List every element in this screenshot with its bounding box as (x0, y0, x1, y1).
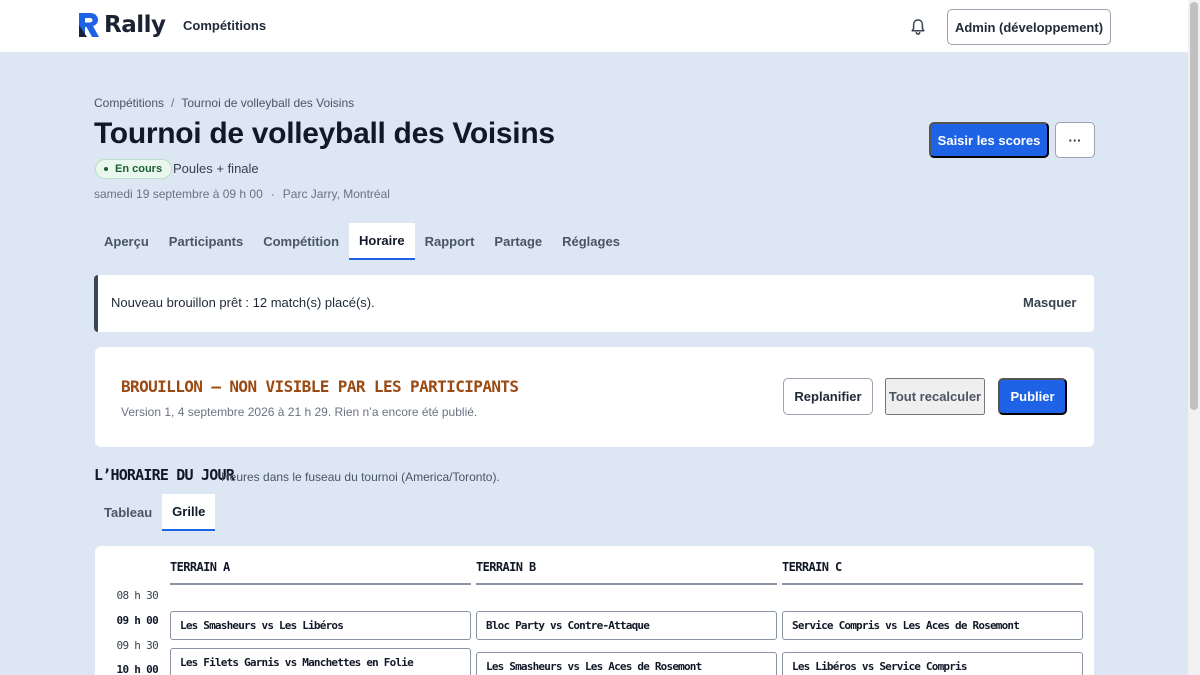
breadcrumb-competitions[interactable]: Compétitions (94, 96, 164, 110)
scrollbar-thumb[interactable] (1190, 2, 1198, 410)
page-title: Tournoi de volleyball des Voisins (94, 117, 555, 150)
match-card[interactable]: Les Smasheurs vs Les Libéros (170, 611, 471, 640)
time-slot-label: 09 h 00 (116, 614, 159, 627)
section-tabs: Aperçu Participants Compétition Horaire … (94, 223, 630, 260)
tab-horaire[interactable]: Horaire (349, 223, 415, 260)
breadcrumb-separator: / (171, 96, 175, 110)
user-menu-button[interactable]: Admin (développement) (947, 9, 1111, 45)
time-slot-label: 10 h 00 (116, 663, 159, 675)
logo-text: Rally (104, 12, 166, 38)
draft-version: Version 1, 4 septembre 2026 à 21 h 29. R… (121, 405, 478, 419)
tab-participants[interactable]: Participants (159, 223, 253, 260)
view-tabs: Tableau Grille (94, 494, 216, 531)
recalculate-all-button[interactable]: Tout recalculer (885, 378, 985, 415)
competition-format: Poules + finale (173, 161, 259, 176)
status-dot-icon (104, 167, 108, 171)
draft-title: BROUILLON — NON VISIBLE PAR LES PARTICIP… (121, 377, 519, 396)
event-location: Parc Jarry, Montréal (282, 187, 390, 201)
tab-competition[interactable]: Compétition (253, 223, 349, 260)
dismiss-button[interactable]: Masquer (1023, 295, 1076, 310)
match-card[interactable]: Les Filets Garnis vs Manchettes en Folie (170, 648, 471, 675)
tab-partage[interactable]: Partage (484, 223, 552, 260)
meta-separator: · (270, 187, 275, 201)
more-options-button[interactable]: ··· (1055, 122, 1095, 158)
app-logo[interactable]: Rally (78, 12, 166, 38)
top-bar: Rally Compétitions Admin (développement) (0, 0, 1188, 53)
event-meta: samedi 19 septembre à 09 h 00 · Parc Jar… (94, 187, 390, 201)
schedule-timezone-note: Heures dans le fuseau du tournoi (Americ… (221, 470, 500, 484)
breadcrumb-current: Tournoi de volleyball des Voisins (181, 96, 355, 110)
nav-competitions[interactable]: Compétitions (183, 18, 266, 33)
court-header-a: TERRAIN A (170, 560, 471, 585)
draft-card: BROUILLON — NON VISIBLE PAR LES PARTICIP… (95, 347, 1094, 447)
rally-logo-icon (79, 13, 99, 37)
tab-tableau[interactable]: Tableau (94, 494, 162, 531)
court-header-b: TERRAIN B (476, 560, 777, 585)
breadcrumb: Compétitions / Tournoi de volleyball des… (94, 96, 354, 110)
status-badge: En cours (95, 159, 173, 179)
tab-grille[interactable]: Grille (162, 494, 216, 531)
match-card[interactable]: Service Compris vs Les Aces de Rosemont (782, 611, 1083, 640)
replan-button[interactable]: Replanifier (783, 378, 873, 415)
bell-icon[interactable] (910, 18, 926, 36)
status-label: En cours (115, 163, 163, 175)
enter-scores-button[interactable]: Saisir les scores (929, 122, 1049, 158)
time-slot-label: 08 h 30 (116, 589, 159, 602)
time-slot-label: 09 h 30 (116, 639, 159, 652)
tab-reglages[interactable]: Réglages (552, 223, 630, 260)
court-header-c: TERRAIN C (782, 560, 1083, 585)
match-card[interactable]: Les Smasheurs vs Les Aces de Rosemont (476, 652, 777, 675)
schedule-grid: TERRAIN A TERRAIN B TERRAIN C 08 h 30 09… (95, 546, 1094, 675)
draft-notice: Nouveau brouillon prêt : 12 match(s) pla… (94, 275, 1094, 332)
match-card[interactable]: Bloc Party vs Contre-Attaque (476, 611, 777, 640)
publish-button[interactable]: Publier (998, 378, 1067, 415)
tab-apercu[interactable]: Aperçu (94, 223, 159, 260)
tab-rapport[interactable]: Rapport (415, 223, 485, 260)
notice-text: Nouveau brouillon prêt : 12 match(s) pla… (111, 295, 375, 310)
schedule-heading: L’HORAIRE DU JOUR (94, 466, 235, 484)
event-date: samedi 19 septembre à 09 h 00 (94, 187, 263, 201)
match-card[interactable]: Les Libéros vs Service Compris (782, 652, 1083, 675)
